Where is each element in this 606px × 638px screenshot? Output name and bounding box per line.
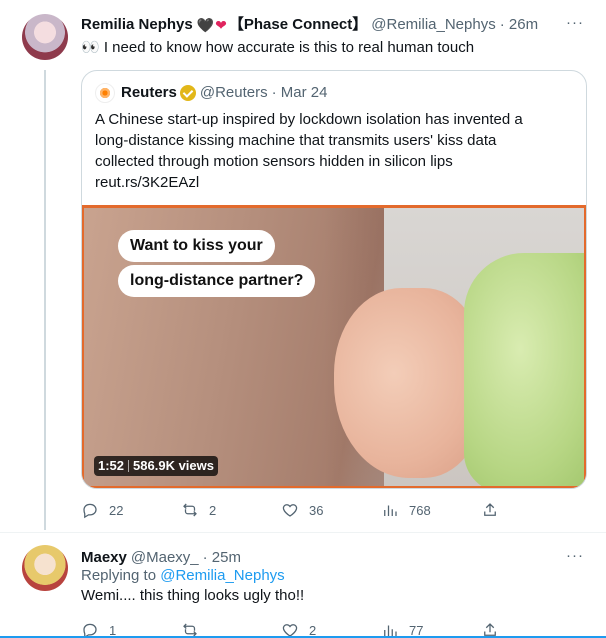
tweet-header: Remilia Nephys 🖤 ❤ 【Phase Connect】 @Remi…	[81, 15, 538, 35]
tweet-remilia[interactable]: Remilia Nephys 🖤 ❤ 【Phase Connect】 @Remi…	[0, 0, 606, 532]
heart-icon	[282, 504, 298, 517]
retweet-icon	[183, 503, 197, 517]
reply-icon	[83, 503, 97, 519]
retweet-count: 2	[209, 502, 217, 518]
display-name[interactable]: Remilia Nephys	[81, 15, 193, 35]
quoted-timestamp[interactable]: · Mar 24	[272, 83, 328, 103]
verified-badge-icon	[179, 85, 196, 101]
red-heart-emoji: ❤	[215, 17, 227, 33]
video-caption: Want to kiss your	[118, 230, 275, 262]
quoted-display-name[interactable]: Reuters	[121, 83, 177, 103]
video-caption: long-distance partner?	[118, 265, 316, 297]
share-icon	[484, 503, 496, 516]
quoted-tweet-header: Reuters @Reuters · Mar 24	[95, 83, 327, 103]
silicon-lips-shape	[334, 288, 484, 478]
quoted-tweet[interactable]: Reuters @Reuters · Mar 24 A Chinese star…	[81, 70, 587, 489]
tweet-text: 👀 I need to know how accurate is this to…	[81, 39, 475, 56]
reuters-logo-icon[interactable]	[95, 83, 115, 103]
view-count: 768	[409, 502, 431, 518]
avatar[interactable]	[22, 14, 68, 60]
like-button[interactable]: 36	[281, 501, 381, 519]
avatar[interactable]	[22, 545, 68, 591]
replying-to-label: Replying to	[81, 567, 157, 584]
video-view-count: 586.9K views	[133, 458, 214, 473]
badge-divider	[128, 460, 130, 472]
timestamp[interactable]: · 25m	[203, 548, 241, 568]
kissing-device-shape	[464, 253, 584, 486]
replying-to: Replying to @Remilia_Nephys	[81, 566, 285, 586]
like-count: 36	[309, 502, 324, 518]
quoted-text-line: A Chinese start-up inspired by lockdown …	[95, 111, 523, 128]
views-button[interactable]: 768	[381, 501, 481, 519]
display-name-suffix[interactable]: 【Phase Connect】	[229, 15, 367, 35]
black-heart-emoji: 🖤	[196, 17, 215, 33]
more-options-icon[interactable]: ···	[566, 14, 584, 31]
quoted-text-line: long-distance kissing machine that trans…	[95, 132, 497, 149]
video-duration: 1:52	[98, 458, 125, 473]
quoted-link[interactable]: reut.rs/3K2EAzl	[95, 172, 575, 193]
more-options-icon[interactable]: ···	[566, 547, 584, 564]
video-info-badge: 1:52 586.9K views	[94, 456, 218, 476]
reply-count: 22	[109, 502, 124, 518]
quoted-text-line: collected through motion sensors hidden …	[95, 153, 453, 170]
reply-button[interactable]: 22	[81, 501, 181, 519]
quoted-tweet-text: A Chinese start-up inspired by lockdown …	[95, 109, 575, 193]
share-button[interactable]	[481, 501, 509, 519]
analytics-icon	[384, 505, 397, 516]
video-player[interactable]: Want to kiss your long-distance partner?…	[82, 205, 586, 488]
retweet-button[interactable]: 2	[181, 501, 281, 519]
tweet-text: Wemi.... this thing looks ugly tho!!	[81, 587, 305, 604]
tweet-actions: 22 2 36 768	[81, 500, 521, 520]
display-name[interactable]: Maexy	[81, 548, 127, 568]
quoted-user-handle[interactable]: @Reuters	[200, 83, 268, 103]
timestamp[interactable]: · 26m	[500, 15, 538, 35]
user-handle[interactable]: @Remilia_Nephys	[371, 15, 495, 35]
replying-to-handle[interactable]: @Remilia_Nephys	[160, 567, 284, 584]
tweet-header: Maexy @Maexy_ · 25m	[81, 548, 241, 568]
user-handle[interactable]: @Maexy_	[131, 548, 199, 568]
